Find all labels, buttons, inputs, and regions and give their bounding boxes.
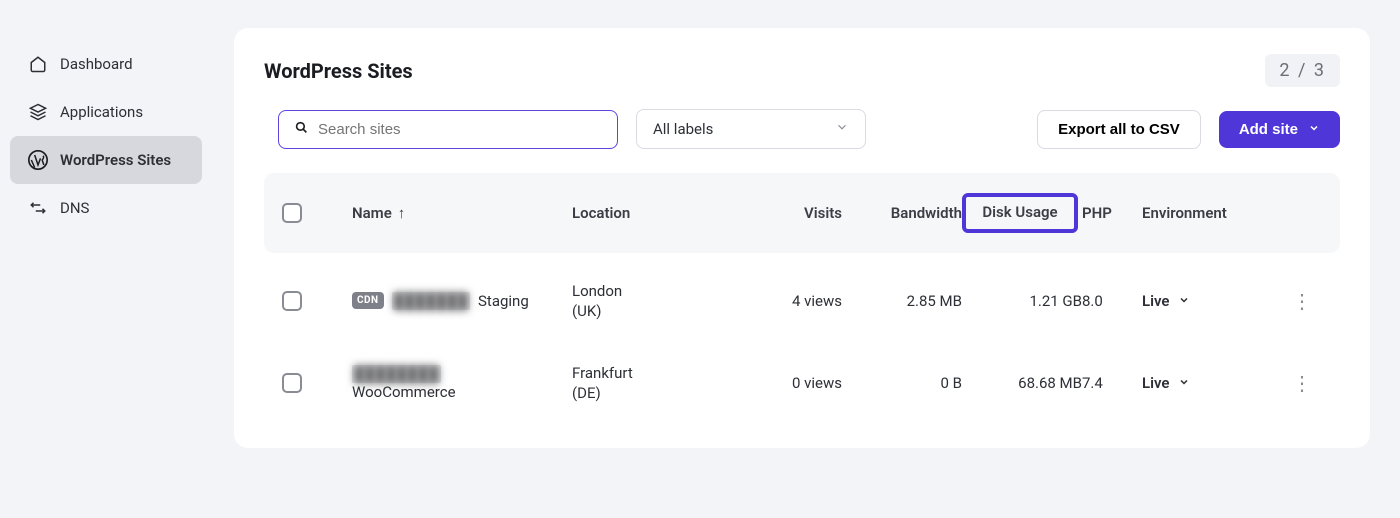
sidebar-item-label: DNS [60,199,89,217]
home-icon [28,54,48,74]
site-name-blurred: ███████ [392,292,470,310]
site-name-blurred: ████████ [352,365,441,383]
environment-select[interactable]: Live [1142,292,1282,310]
sidebar-item-dns[interactable]: DNS [10,184,202,232]
disk-usage-highlight: Disk Usage [962,193,1078,233]
controls-row: All labels Export all to CSV Add site [278,109,1340,149]
row-checkbox[interactable] [282,373,302,393]
php-cell: 8.0 [1082,292,1142,310]
disk-cell: 1.21 GB [962,292,1082,310]
col-environment[interactable]: Environment [1142,204,1282,222]
bandwidth-cell: 2.85 MB [842,292,962,310]
location-cell: London (UK) [572,281,722,322]
col-php[interactable]: PHP [1082,204,1142,222]
site-name-suffix: WooCommerce [352,383,572,401]
col-disk-usage[interactable]: Disk Usage [962,193,1082,233]
sidebar-item-dashboard[interactable]: Dashboard [10,40,202,88]
add-site-label: Add site [1239,121,1298,138]
bandwidth-cell: 0 B [842,374,962,392]
export-csv-button[interactable]: Export all to CSV [1037,110,1201,149]
page-title: WordPress Sites [264,59,413,83]
disk-cell: 68.68 MB [962,374,1082,392]
sites-card: WordPress Sites 2 / 3 All labels Export … [234,28,1370,448]
add-site-button[interactable]: Add site [1219,111,1340,148]
site-name-cell[interactable]: CDN ███████ Staging [352,292,572,310]
table-row: CDN ███████ Staging London (UK) 4 views … [264,253,1340,336]
layers-icon [28,102,48,122]
col-name[interactable]: Name↑ [352,204,572,222]
sort-asc-icon: ↑ [398,204,406,222]
title-bar: WordPress Sites 2 / 3 [264,54,1340,87]
cdn-badge: CDN [352,292,384,309]
site-name-cell[interactable]: ████████ WooCommerce [352,365,572,401]
visits-cell: 0 views [722,374,842,392]
search-input[interactable] [318,121,601,138]
labels-select-value: All labels [653,120,713,138]
chevron-down-icon [1308,121,1320,138]
location-cell: Frankfurt (DE) [572,363,722,404]
row-actions-menu[interactable]: ⋮ [1282,289,1322,313]
sidebar-item-applications[interactable]: Applications [10,88,202,136]
main-content: WordPress Sites 2 / 3 All labels Export … [212,0,1400,518]
wordpress-icon [28,150,48,170]
chevron-down-icon [1178,374,1190,392]
site-name-suffix: Staging [478,292,529,310]
select-all-checkbox[interactable] [282,203,302,223]
table-header: Name↑ Location Visits Bandwidth Disk Usa… [264,173,1340,253]
labels-select[interactable]: All labels [636,109,866,149]
row-checkbox[interactable] [282,291,302,311]
search-icon [295,121,308,138]
page-counter: 2 / 3 [1265,54,1340,87]
col-visits[interactable]: Visits [722,204,842,222]
search-input-wrapper[interactable] [278,110,618,149]
sidebar-item-label: Applications [60,103,143,121]
chevron-down-icon [1178,292,1190,310]
table-row: ████████ WooCommerce Frankfurt (DE) 0 vi… [264,335,1340,418]
visits-cell: 4 views [722,292,842,310]
sidebar: Dashboard Applications WordPress Sites D… [0,0,212,518]
sidebar-item-label: Dashboard [60,55,133,73]
dns-icon [28,198,48,218]
environment-select[interactable]: Live [1142,374,1282,392]
row-actions-menu[interactable]: ⋮ [1282,371,1322,395]
sites-table: Name↑ Location Visits Bandwidth Disk Usa… [264,173,1340,418]
chevron-down-icon [835,120,849,138]
php-cell: 7.4 [1082,374,1142,392]
sidebar-item-label: WordPress Sites [60,151,171,169]
col-bandwidth[interactable]: Bandwidth [842,204,962,222]
col-location[interactable]: Location [572,204,722,222]
sidebar-item-wordpress-sites[interactable]: WordPress Sites [10,136,202,184]
